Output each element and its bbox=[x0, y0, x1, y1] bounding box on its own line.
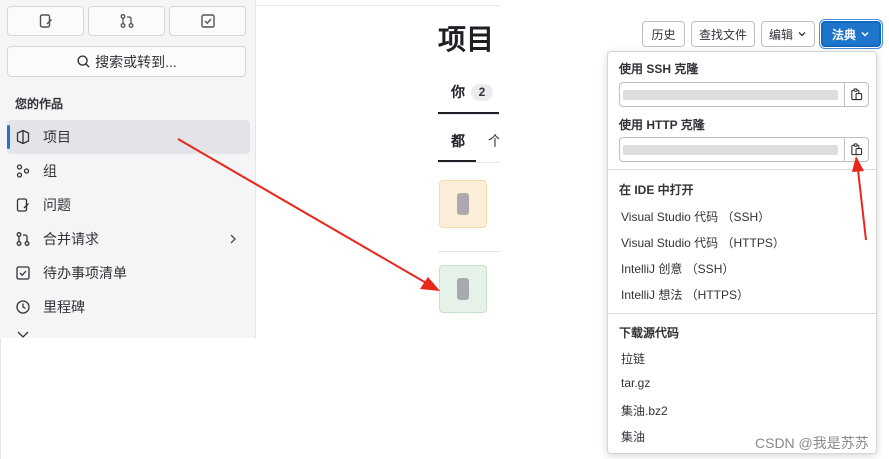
clone-dropdown: 使用 SSH 克隆 使用 HTTP 克隆 在 IDE 中打开 Visual St… bbox=[607, 51, 877, 454]
download-item-tar-gz[interactable]: tar.gz bbox=[621, 376, 650, 390]
copy-icon bbox=[851, 143, 863, 156]
sidebar-top-buttons bbox=[7, 6, 246, 36]
sidebar-item-issues[interactable]: 问题 bbox=[7, 188, 250, 222]
ide-item-intellij-ssh[interactable]: IntelliJ 创意 （SSH） bbox=[621, 260, 734, 277]
group-icon bbox=[16, 164, 30, 178]
clone-button[interactable]: 法典 bbox=[821, 21, 881, 47]
merge-requests-shortcut-button[interactable] bbox=[88, 6, 165, 36]
sidebar-item-label: 里程碑 bbox=[43, 299, 85, 315]
milestone-icon bbox=[16, 300, 30, 314]
sidebar-item-merge-requests[interactable]: 合并请求 bbox=[7, 222, 250, 256]
history-button[interactable]: 历史 bbox=[642, 21, 685, 47]
edit-button-label: 编辑 bbox=[768, 27, 793, 42]
tab-your-projects[interactable]: 你 2 bbox=[451, 82, 493, 102]
open-in-ide-title: 在 IDE 中打开 bbox=[619, 183, 694, 197]
merge-request-icon bbox=[120, 14, 133, 28]
tab-label: 你 bbox=[451, 84, 465, 100]
todo-icon bbox=[16, 266, 30, 280]
chevron-right-icon bbox=[230, 234, 236, 244]
edit-button[interactable]: 编辑 bbox=[761, 21, 815, 47]
sidebar-nav: 项目 组 问题 合并请求 待办事项清单 里程碑 bbox=[7, 120, 250, 324]
search-button[interactable]: 搜索或转到... bbox=[7, 46, 246, 77]
history-button-label: 历史 bbox=[651, 27, 676, 42]
chevron-down-icon bbox=[861, 32, 869, 37]
project-avatar[interactable] bbox=[439, 265, 487, 313]
http-url-input[interactable] bbox=[619, 137, 844, 162]
todo-shortcut-button[interactable] bbox=[169, 6, 246, 36]
subtab-personal[interactable]: 个 bbox=[488, 131, 499, 151]
sidebar-item-groups[interactable]: 组 bbox=[7, 154, 250, 188]
dropdown-divider bbox=[608, 313, 876, 314]
sidebar-item-label: 待办事项清单 bbox=[43, 265, 127, 281]
ide-item-vscode-ssh[interactable]: Visual Studio 代码 （SSH） bbox=[621, 208, 770, 225]
http-clone-label: 使用 HTTP 克隆 bbox=[619, 118, 705, 132]
download-item-zip[interactable]: 拉链 bbox=[621, 350, 645, 367]
sidebar-section-title: 您的作品 bbox=[15, 97, 64, 111]
ssh-clone-label: 使用 SSH 克隆 bbox=[619, 62, 699, 76]
sidebar-item-truncated-icon bbox=[17, 331, 29, 338]
download-item-tar-bz2[interactable]: 集油.bz2 bbox=[621, 402, 668, 419]
find-file-button[interactable]: 查找文件 bbox=[691, 21, 755, 47]
find-file-button-label: 查找文件 bbox=[698, 27, 747, 42]
ide-item-intellij-https[interactable]: IntelliJ 想法 （HTTPS） bbox=[621, 286, 749, 303]
dropdown-divider bbox=[608, 169, 876, 170]
watermark: CSDN @我是苏苏 bbox=[755, 435, 869, 451]
search-button-label: 搜索或转到... bbox=[95, 53, 177, 70]
todo-icon bbox=[200, 14, 215, 28]
download-source-title: 下载源代码 bbox=[619, 326, 680, 340]
issues-icon bbox=[39, 14, 52, 28]
search-icon bbox=[77, 55, 90, 68]
list-divider bbox=[438, 251, 499, 252]
download-item-tar[interactable]: 集油 bbox=[621, 428, 645, 445]
count-badge: 2 bbox=[471, 83, 493, 101]
issues-icon bbox=[16, 198, 29, 212]
list-divider bbox=[438, 162, 499, 163]
page-title: 项目 bbox=[438, 24, 495, 55]
project-avatar[interactable] bbox=[439, 180, 487, 228]
sidebar-item-label: 合并请求 bbox=[43, 231, 99, 247]
sidebar-item-label: 项目 bbox=[43, 129, 71, 145]
ide-item-vscode-https[interactable]: Visual Studio 代码 （HTTPS） bbox=[621, 234, 785, 251]
main-top-border bbox=[256, 0, 499, 6]
sidebar: 搜索或转到... 您的作品 项目 组 问题 合并请求 待办事项清单 里程碑 bbox=[0, 0, 256, 338]
subtab-all[interactable]: 都 bbox=[451, 131, 465, 151]
chevron-down-icon bbox=[798, 32, 806, 37]
sidebar-item-projects[interactable]: 项目 bbox=[7, 120, 250, 154]
copy-ssh-url-button[interactable] bbox=[844, 82, 869, 107]
redacted-initial bbox=[457, 193, 469, 215]
page-left-edge bbox=[0, 338, 1, 459]
clone-button-label: 法典 bbox=[831, 27, 856, 42]
sidebar-item-label: 问题 bbox=[43, 197, 71, 213]
sidebar-item-milestones[interactable]: 里程碑 bbox=[7, 290, 250, 324]
redacted-initial bbox=[457, 278, 469, 300]
project-icon bbox=[16, 129, 30, 145]
redacted-url bbox=[623, 145, 838, 155]
issues-shortcut-button[interactable] bbox=[7, 6, 84, 36]
copy-icon bbox=[851, 88, 863, 101]
sidebar-item-label: 组 bbox=[43, 163, 57, 179]
ssh-url-input[interactable] bbox=[619, 82, 844, 107]
copy-http-url-button[interactable] bbox=[844, 137, 869, 162]
redacted-url bbox=[623, 90, 838, 100]
merge-request-icon bbox=[16, 232, 30, 246]
tabs-divider bbox=[438, 114, 499, 115]
sidebar-item-todo[interactable]: 待办事项清单 bbox=[7, 256, 250, 290]
